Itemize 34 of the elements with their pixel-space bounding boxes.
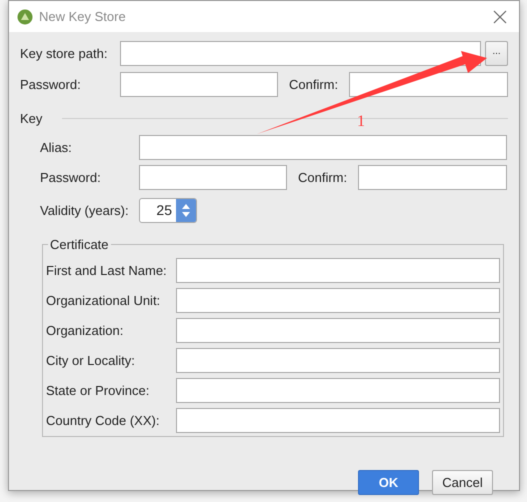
browse-button[interactable]: ...: [485, 41, 508, 66]
field-label: Key store path:: [20, 46, 108, 61]
ok-button[interactable]: OK: [358, 470, 419, 495]
password-field[interactable]: [120, 72, 278, 97]
field-label: Validity (years):: [40, 203, 130, 218]
field-label: Organizational Unit:: [46, 292, 162, 308]
text-field[interactable]: [176, 288, 500, 312]
field-label: Alias:: [40, 140, 73, 155]
text-field[interactable]: [176, 378, 500, 402]
field-label: Confirm:: [289, 77, 340, 92]
annotation-number: 1: [357, 113, 365, 131]
field-label: Organization:: [46, 322, 124, 338]
field-label: Password:: [20, 77, 82, 92]
text-field[interactable]: [176, 318, 500, 342]
field-label: State or Province:: [46, 382, 150, 398]
group-title: Certificate: [49, 237, 110, 252]
text-field[interactable]: [176, 408, 500, 432]
stepper-arrows-icon[interactable]: [176, 199, 196, 222]
section-label: Key: [20, 110, 42, 126]
cancel-button[interactable]: Cancel: [432, 470, 493, 495]
field-label: Country Code (XX):: [46, 412, 160, 428]
window-title: New Key Store: [39, 9, 127, 24]
path-field[interactable]: [120, 41, 481, 66]
text-field[interactable]: [176, 258, 500, 282]
field-label: City or Locality:: [46, 352, 136, 368]
alias-field[interactable]: [139, 135, 507, 160]
field-label: First and Last Name:: [46, 262, 168, 278]
field-label: Confirm:: [298, 170, 348, 185]
close-icon[interactable]: [493, 10, 507, 24]
validity-spinner[interactable]: 25: [139, 198, 197, 223]
field-label: Password:: [40, 170, 102, 185]
confirm-field[interactable]: [358, 165, 507, 190]
password-field[interactable]: [139, 165, 287, 190]
text-field[interactable]: [176, 348, 500, 372]
